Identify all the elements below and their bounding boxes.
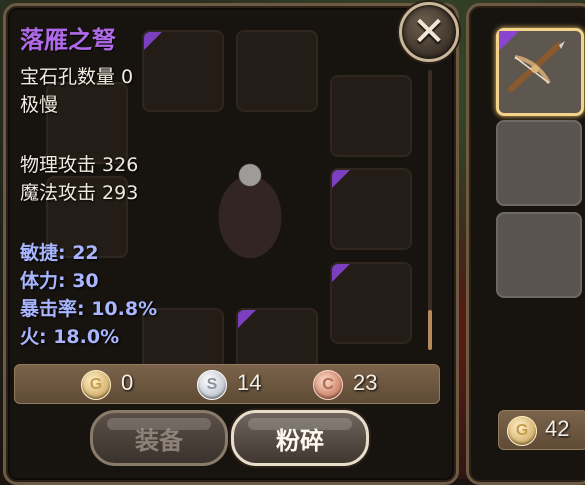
silver-coin-icon: S — [197, 370, 227, 400]
inventory-slot-empty[interactable] — [496, 212, 582, 298]
sell-price-bar: G 0 S 14 C 23 — [14, 364, 440, 404]
gem-slot-count: 宝石孔数量 0 — [20, 66, 134, 88]
inventory-slot-crossbow[interactable] — [496, 28, 584, 116]
player-gold-bar: G 42 — [498, 410, 585, 450]
copper-coin-icon: C — [313, 370, 343, 400]
attack-speed: 极慢 — [20, 94, 59, 116]
bonus-crit-rate: 暴击率: 10.8% — [20, 298, 158, 320]
physical-attack: 物理攻击 326 — [20, 154, 139, 176]
scrollbar-thumb[interactable] — [428, 310, 432, 350]
player-gold-amount: 42 — [545, 416, 570, 441]
equip-slot — [330, 262, 412, 344]
equip-slot — [330, 75, 412, 157]
equip-button[interactable]: 装备 — [90, 410, 228, 466]
bonus-agility: 敏捷: 22 — [20, 242, 99, 264]
close-button[interactable]: ✕ — [399, 2, 459, 62]
crossbow-icon — [508, 41, 565, 92]
stats-scrollbar[interactable] — [428, 70, 432, 350]
copper-amount: 23 — [353, 370, 378, 395]
inventory-slot-empty[interactable] — [496, 120, 582, 206]
silver-amount: 14 — [237, 370, 262, 395]
gold-amount: 0 — [121, 370, 134, 395]
magic-attack: 魔法攻击 293 — [20, 182, 139, 204]
equip-slot — [330, 168, 412, 250]
item-name: 落雁之弩 — [20, 25, 116, 54]
gold-coin-icon: G — [81, 370, 111, 400]
bonus-fire: 火: 18.0% — [20, 326, 120, 348]
bonus-stamina: 体力: 30 — [20, 270, 99, 292]
close-icon: ✕ — [412, 9, 446, 55]
equip-slot — [142, 30, 224, 112]
gold-coin-icon: G — [507, 416, 537, 446]
equip-slot — [236, 30, 318, 112]
character-figure — [195, 145, 305, 265]
smash-button[interactable]: 粉碎 — [231, 410, 369, 466]
